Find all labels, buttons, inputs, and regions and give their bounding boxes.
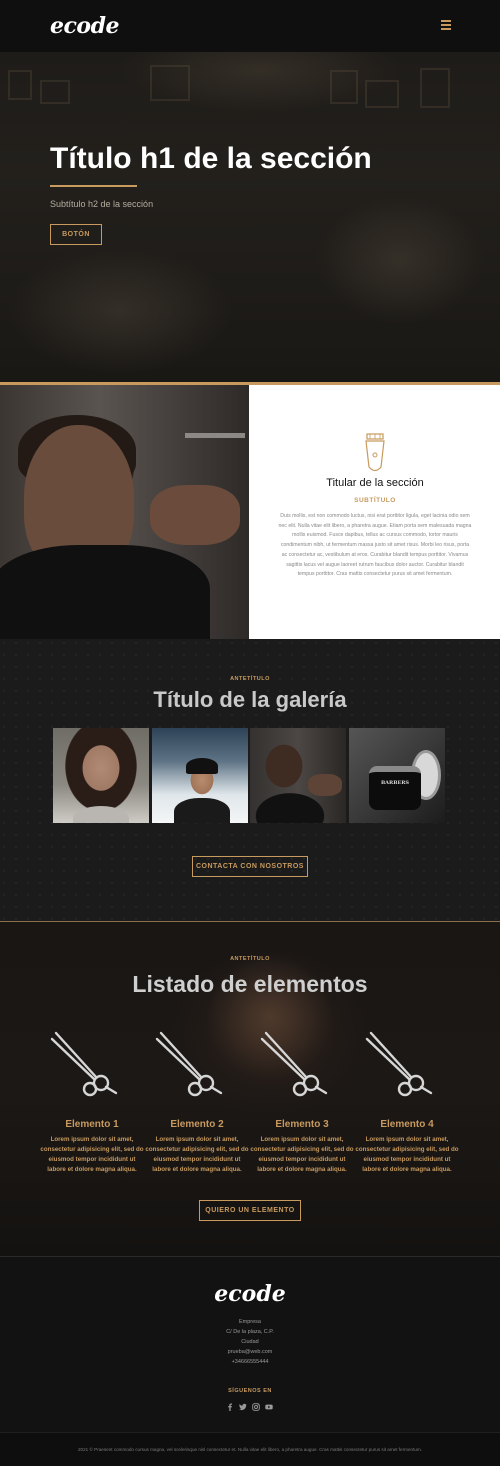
site-header: ecode — [0, 0, 500, 52]
facebook-icon[interactable] — [226, 1403, 234, 1411]
element-text: Lorem ipsum dolor sit amet, consectetur … — [145, 1136, 249, 1173]
element-item-1: Elemento 1 Lorem ipsum dolor sit amet, c… — [40, 1027, 144, 1175]
hero-title: Título h1 de la sección — [50, 142, 372, 175]
gallery-image-product[interactable]: BARBERS — [349, 728, 445, 823]
element-title: Elemento 3 — [275, 1119, 329, 1130]
element-text: Lorem ipsum dolor sit amet, consectetur … — [355, 1136, 459, 1173]
site-footer: ecode Empresa C/ De la plaza, C.P. Ciuda… — [0, 1256, 500, 1432]
contact-button[interactable]: CONTACTA CON NOSOTROS — [192, 856, 308, 877]
gallery-image-barber[interactable] — [250, 728, 346, 823]
footer-city: Ciudad — [241, 1339, 259, 1345]
feature-section: Titular de la sección SUBTÍTULO Duis mol… — [0, 385, 500, 639]
element-title: Elemento 2 — [170, 1119, 224, 1130]
hero-divider — [50, 185, 137, 187]
header-logo[interactable]: ecode — [50, 13, 119, 39]
footer-contact-info: Empresa C/ De la plaza, C.P. Ciudad prue… — [0, 1317, 500, 1367]
gallery-image-woman[interactable] — [53, 728, 149, 823]
hero-background-decor — [0, 65, 500, 150]
element-text: Lorem ipsum dolor sit amet, consectetur … — [250, 1136, 354, 1173]
hero-button[interactable]: BOTÓN — [50, 224, 102, 245]
follow-us-label: SÍGUENOS EN — [228, 1388, 272, 1394]
gallery-image-man-snow[interactable] — [152, 728, 248, 823]
instagram-icon[interactable] — [252, 1403, 260, 1411]
hair-clipper-icon — [365, 433, 385, 472]
feature-text-block: Titular de la sección SUBTÍTULO Duis mol… — [250, 385, 500, 639]
twitter-icon[interactable] — [239, 1403, 247, 1411]
hero-subtitle: Subtítulo h2 de la sección — [50, 199, 154, 209]
element-item-4: Elemento 4 Lorem ipsum dolor sit amet, c… — [355, 1027, 459, 1175]
copyright-bar: 2021 © Praesent commodo cursus magna, ve… — [0, 1432, 500, 1466]
element-item-2: Elemento 2 Lorem ipsum dolor sit amet, c… — [145, 1027, 249, 1175]
youtube-icon[interactable] — [265, 1403, 273, 1411]
feature-title: Titular de la sección — [326, 477, 424, 489]
elements-section: ANTETÍTULO Listado de elementos Elemento… — [0, 922, 500, 1256]
gallery-section: ANTETÍTULO Título de la galería BARBERS … — [0, 639, 500, 921]
elements-eyebrow: ANTETÍTULO — [230, 956, 270, 962]
element-item-3: Elemento 3 Lorem ipsum dolor sit amet, c… — [250, 1027, 354, 1175]
scissors-icon — [365, 1031, 433, 1097]
footer-address: C/ De la plaza, C.P. — [226, 1329, 274, 1335]
gallery-title: Título de la galería — [153, 687, 347, 712]
hero-section: Título h1 de la sección Subtítulo h2 de … — [0, 0, 500, 382]
element-text: Lorem ipsum dolor sit amet, consectetur … — [40, 1136, 144, 1173]
gallery-eyebrow: ANTETÍTULO — [230, 676, 270, 682]
feature-subtitle: SUBTÍTULO — [354, 497, 396, 504]
element-title: Elemento 4 — [380, 1119, 434, 1130]
element-title: Elemento 1 — [65, 1119, 119, 1130]
footer-company: Empresa — [238, 1319, 261, 1325]
barber-photo — [0, 385, 249, 639]
elements-title: Listado de elementos — [132, 971, 368, 997]
want-element-button[interactable]: QUIERO UN ELEMENTO — [199, 1200, 301, 1221]
footer-phone[interactable]: +34666555444 — [0, 1357, 500, 1367]
product-label: BARBERS — [380, 780, 410, 786]
scissors-icon — [50, 1031, 118, 1097]
footer-email[interactable]: prueba@web.com — [0, 1347, 500, 1357]
feature-body: Duis mollis, est non commodo luctus, nis… — [278, 513, 472, 578]
hamburger-menu-icon[interactable] — [441, 20, 451, 30]
scissors-icon — [155, 1031, 223, 1097]
footer-logo[interactable]: ecode — [0, 1281, 500, 1307]
scissors-icon — [260, 1031, 328, 1097]
